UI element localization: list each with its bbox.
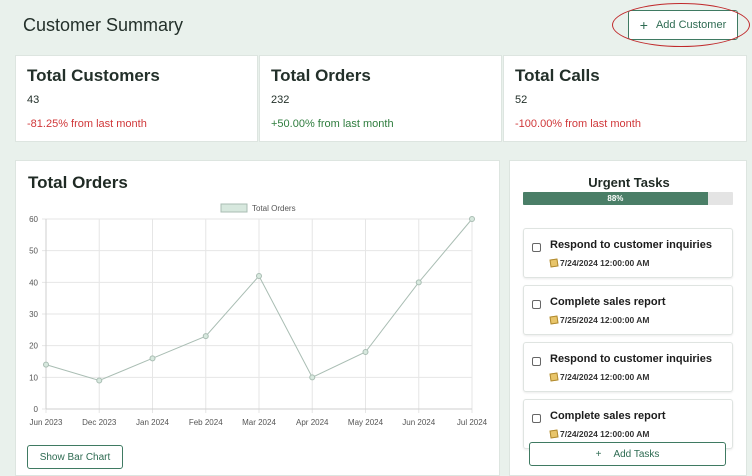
add-tasks-button[interactable]: + Add Tasks (529, 442, 726, 466)
stat-value: 43 (27, 94, 40, 106)
data-point (469, 216, 475, 222)
data-point (202, 333, 209, 340)
x-tick-label: Jun 2023 (30, 418, 63, 427)
task-date: 7/24/2024 12:00:00 AM (549, 429, 650, 439)
memo-icon (549, 372, 559, 382)
plus-icon: + (595, 448, 602, 460)
x-tick-label: Apr 2024 (296, 418, 329, 427)
x-tick-label: Jan 2024 (136, 418, 169, 427)
stat-label: Total Calls (515, 66, 600, 85)
task-title: Respond to customer inquiries (550, 353, 712, 365)
y-tick-label: 40 (29, 278, 38, 287)
stat-change: -81.25% from last month (27, 118, 147, 130)
task-date-text: 7/24/2024 12:00:00 AM (560, 372, 650, 382)
data-point (43, 361, 49, 368)
stat-value: 232 (271, 94, 290, 106)
stat-label: Total Customers (27, 66, 160, 85)
add-customer-button[interactable]: + Add Customer (628, 10, 738, 40)
task-card: Complete sales report 7/25/2024 12:00:00… (523, 285, 733, 335)
memo-icon (549, 429, 559, 439)
y-tick-label: 30 (29, 310, 38, 319)
task-title: Complete sales report (550, 410, 666, 422)
show-bar-chart-button[interactable]: Show Bar Chart (27, 445, 123, 469)
data-point (256, 273, 262, 279)
add-customer-label: Add Customer (655, 19, 727, 31)
legend-swatch (220, 203, 248, 213)
page-title: Customer Summary (23, 15, 184, 35)
stat-card-calls: Total Calls 52 -100.00% from last month (503, 55, 747, 142)
chart-title: Total Orders (28, 173, 128, 192)
add-tasks-label: Add Tasks (613, 448, 660, 460)
task-date: 7/24/2024 12:00:00 AM (549, 258, 650, 268)
x-tick-label: Dec 2023 (82, 418, 117, 427)
page-header: Customer Summary + Add Customer (0, 0, 752, 52)
memo-icon (549, 258, 559, 268)
legend-label: Total Orders (252, 204, 296, 213)
data-point (96, 377, 103, 384)
data-point (309, 374, 316, 381)
orders-line-chart: 0 10 20 30 40 50 60 Jun 2023 Dec 2023 Jan 2024 Feb… (29, 203, 488, 427)
task-date: 7/24/2024 12:00:00 AM (549, 372, 650, 382)
stat-change: +50.00% from last month (271, 118, 394, 130)
tasks-title: Urgent Tasks (588, 175, 670, 190)
task-title: Respond to customer inquiries (550, 239, 712, 251)
stat-card-orders: Total Orders 232 +50.00% from last month (259, 55, 502, 142)
data-point (362, 349, 369, 355)
task-card: Respond to customer inquiries 7/24/2024 … (523, 228, 733, 278)
stat-label: Total Orders (271, 66, 371, 85)
task-date: 7/25/2024 12:00:00 AM (549, 315, 650, 325)
stat-value: 52 (515, 94, 528, 106)
urgent-tasks-panel: Urgent Tasks 88% Respond to customer inq… (509, 160, 747, 476)
progress-fill: 88% (523, 192, 708, 205)
x-tick-label: Feb 2024 (189, 418, 223, 427)
y-tick-label: 60 (29, 215, 38, 224)
task-title: Complete sales report (550, 296, 666, 308)
x-tick-label: May 2024 (348, 418, 384, 427)
orders-chart-panel: Total Orders 0 10 20 30 40 50 60 Jun 2023 Dec 20… (15, 160, 500, 476)
task-checkbox[interactable] (532, 300, 541, 309)
stat-card-customers: Total Customers 43 -81.25% from last mon… (15, 55, 258, 142)
x-tick-label: Mar 2024 (242, 418, 276, 427)
stat-change: -100.00% from last month (515, 118, 641, 130)
data-point (415, 279, 422, 286)
y-tick-label: 50 (29, 247, 38, 256)
x-tick-label: Jun 2024 (402, 418, 435, 427)
y-tick-label: 0 (34, 405, 39, 414)
task-date-text: 7/25/2024 12:00:00 AM (560, 315, 650, 325)
x-tick-label: Jul 2024 (457, 418, 488, 427)
y-tick-label: 20 (29, 342, 38, 351)
task-date-text: 7/24/2024 12:00:00 AM (560, 258, 650, 268)
memo-icon (549, 315, 559, 325)
task-card: Respond to customer inquiries 7/24/2024 … (523, 342, 733, 392)
plus-icon: + (639, 17, 648, 33)
y-tick-label: 10 (29, 373, 38, 382)
task-checkbox[interactable] (532, 243, 541, 252)
data-point (149, 355, 156, 362)
task-date-text: 7/24/2024 12:00:00 AM (560, 429, 650, 439)
task-checkbox[interactable] (532, 357, 541, 366)
task-checkbox[interactable] (532, 414, 541, 423)
tasks-progress-bar: 88% (523, 192, 733, 205)
